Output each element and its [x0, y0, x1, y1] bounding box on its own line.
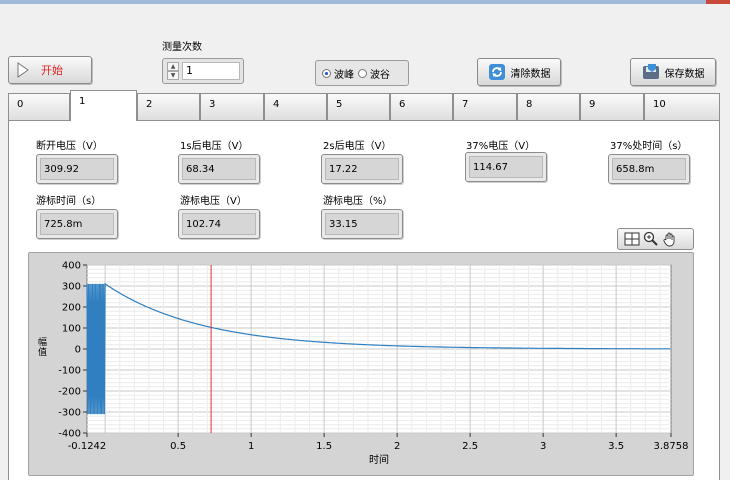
zoom-icon[interactable]: [643, 231, 659, 247]
clear-data-label: 清除数据: [510, 68, 551, 80]
tab-10[interactable]: 10: [644, 93, 720, 120]
waveform-graph[interactable]: 400 300 200 100 0 -100 -200 -300 -400 -0.1242 0.5…: [28, 252, 694, 476]
tab-6[interactable]: 6: [390, 93, 453, 120]
waveform-plot[interactable]: 400 300 200 100 0 -100 -200 -300 -400 -0.1242 0.5…: [29, 253, 695, 477]
save-data-button[interactable]: 保存数据: [630, 58, 716, 86]
peak-valley-selector: 波峰 波谷: [315, 60, 409, 86]
voltage-37pct-indicator: 114.67: [465, 152, 547, 182]
x-tick-label: 1: [248, 441, 254, 452]
tab-bar: 0 1 2 3 4 5 6 7 8 9 10: [8, 90, 720, 121]
tab-7[interactable]: 7: [453, 93, 517, 120]
stepper-up-icon[interactable]: ▲: [167, 62, 179, 71]
cursor-voltage-pct-label: 游标电压（%）: [323, 196, 393, 207]
open-voltage-label: 断开电压（V）: [36, 141, 103, 152]
cursor-voltage-indicator: 102.74: [178, 209, 260, 239]
tab-4[interactable]: 4: [264, 93, 327, 120]
y-axis-title: 幅值: [38, 338, 48, 358]
y-tick-label: 100: [62, 324, 81, 335]
x-tick-label: 2.5: [462, 441, 478, 452]
x-tick-label: 3.5: [608, 441, 624, 452]
start-button[interactable]: 开始: [8, 56, 92, 84]
window-titlebar: [0, 0, 730, 4]
measure-count-label: 测量次数: [162, 42, 202, 53]
y-axis: 400 300 200 100 0 -100 -200 -300 -400: [58, 261, 87, 440]
voltage-2s-value: 17.22: [325, 158, 399, 180]
voltage-1s-indicator: 68.34: [178, 154, 260, 184]
radio-peak-label: 波峰: [334, 69, 354, 81]
y-tick-label: -100: [58, 366, 81, 377]
cursor-voltage-pct-value: 33.15: [325, 213, 399, 235]
cursor-voltage-value: 102.74: [182, 213, 256, 235]
tab-5[interactable]: 5: [327, 93, 390, 120]
x-tick-label: 0.5: [170, 441, 186, 452]
cursor-time-indicator: 725.8m: [36, 209, 118, 239]
tab-2[interactable]: 2: [137, 93, 200, 120]
voltage-2s-indicator: 17.22: [321, 154, 403, 184]
radio-peak-dot[interactable]: [322, 68, 331, 78]
x-tick-label: 3: [540, 441, 546, 452]
x-axis: -0.1242 0.5 1 1.5 2 2.5 3 3.5 3.8758: [68, 433, 689, 452]
pan-hand-icon[interactable]: [662, 231, 678, 247]
x-tick-label: 1.5: [316, 441, 332, 452]
measure-count-stepper[interactable]: ▲ ▼ 1: [162, 58, 244, 84]
save-disk-icon: [642, 64, 659, 79]
y-tick-label: 300: [62, 282, 81, 293]
voltage-1s-label: 1s后电压（V）: [180, 141, 249, 152]
cursor-voltage-pct-indicator: 33.15: [321, 209, 403, 239]
voltage-37pct-value: 114.67: [469, 156, 543, 178]
tab-3[interactable]: 3: [200, 93, 264, 120]
y-tick-label: -300: [58, 408, 81, 419]
x-axis-title: 时间: [369, 453, 389, 466]
play-icon: [17, 62, 29, 78]
radio-valley-dot[interactable]: [358, 68, 367, 78]
window-close-button[interactable]: [706, 0, 730, 4]
tab-0[interactable]: 0: [8, 93, 70, 120]
time-37pct-label: 37%处时间（s）: [610, 141, 688, 152]
y-tick-label: -400: [58, 429, 81, 440]
y-tick-label: 0: [75, 345, 81, 356]
voltage-2s-label: 2s后电压（V）: [323, 141, 392, 152]
measure-count-input[interactable]: 1: [182, 62, 240, 80]
y-tick-label: 400: [62, 261, 81, 272]
refresh-icon: [488, 64, 505, 80]
time-37pct-value: 658.8m: [612, 158, 686, 180]
tab-1[interactable]: 1: [70, 90, 137, 121]
tab-8[interactable]: 8: [517, 93, 580, 120]
radio-peak[interactable]: 波峰: [322, 66, 354, 81]
voltage-37pct-label: 37%电压（V）: [466, 141, 536, 152]
y-tick-label: 200: [62, 303, 81, 314]
stepper-down-icon[interactable]: ▼: [167, 71, 179, 80]
x-tick-label: 3.8758: [654, 441, 689, 452]
cursor-voltage-label: 游标电压（V）: [180, 196, 247, 207]
clear-data-button[interactable]: 清除数据: [477, 58, 561, 86]
cursor-move-icon[interactable]: [624, 231, 640, 247]
open-voltage-value: 309.92: [40, 158, 114, 180]
y-tick-label: -200: [58, 387, 81, 398]
cursor-time-value: 725.8m: [40, 213, 114, 235]
x-tick-label: 2: [394, 441, 400, 452]
radio-valley-label: 波谷: [370, 69, 390, 81]
tab-9[interactable]: 9: [580, 93, 644, 120]
cursor-time-label: 游标时间（s）: [36, 196, 102, 207]
x-tick-label: -0.1242: [68, 441, 107, 452]
save-data-label: 保存数据: [664, 68, 705, 80]
time-37pct-indicator: 658.8m: [608, 154, 690, 184]
radio-valley[interactable]: 波谷: [358, 66, 390, 81]
open-voltage-indicator: 309.92: [36, 154, 118, 184]
start-button-label: 开始: [41, 64, 63, 77]
voltage-1s-value: 68.34: [182, 158, 256, 180]
graph-palette: [617, 228, 694, 250]
